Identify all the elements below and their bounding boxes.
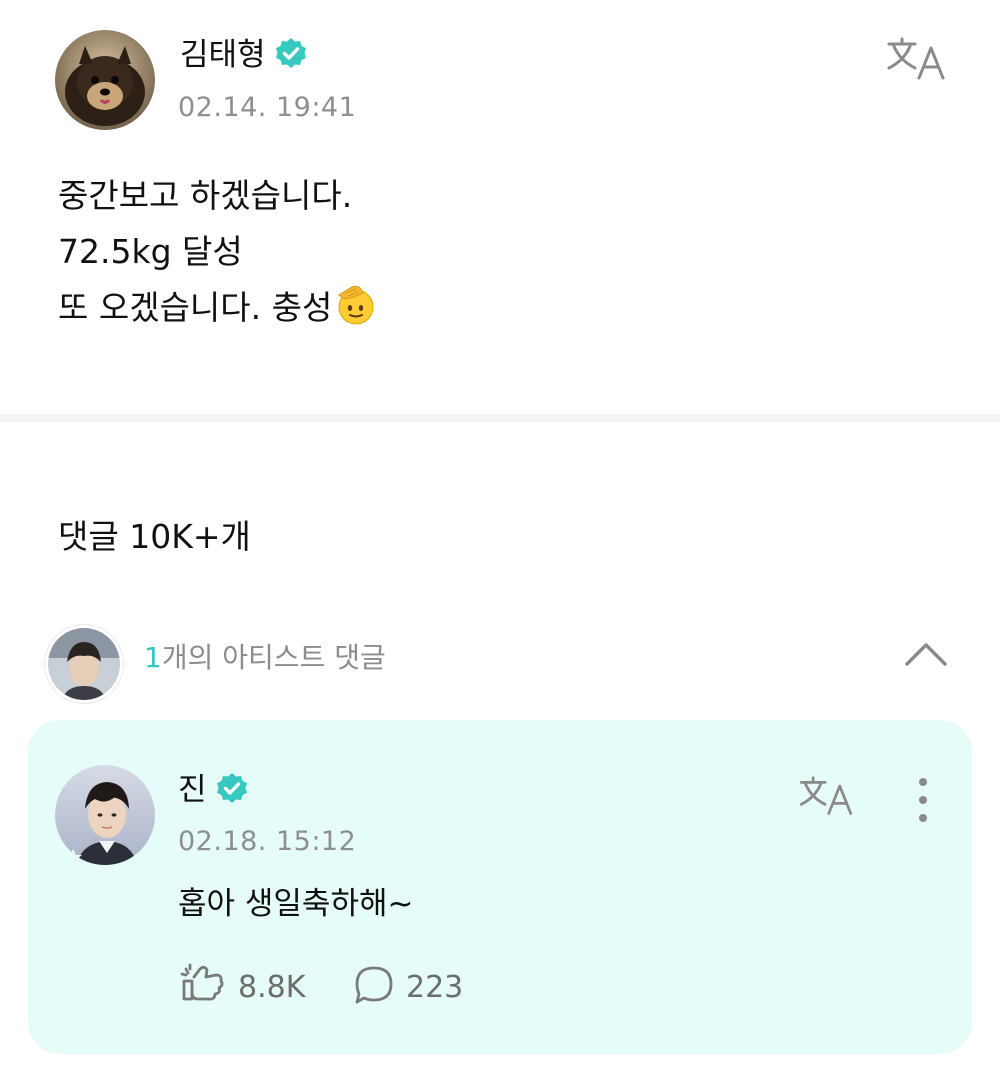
post: 김태형 02.14. 19:41 중간보고 하겠습니다. 72.5kg 달성 또… [0, 0, 1000, 414]
reply-count: 223 [406, 969, 464, 1005]
comment-author[interactable]: 진 [178, 770, 249, 816]
reply-button[interactable]: 223 [352, 963, 463, 1011]
comment-author-avatar[interactable] [55, 765, 155, 865]
post-body: 중간보고 하겠습니다. 72.5kg 달성 또 오겠습니다. 충성 [58, 168, 938, 336]
post-line: 중간보고 하겠습니다. [58, 176, 353, 215]
verified-badge-icon [274, 37, 308, 81]
post-author-name[interactable]: 김태형 [180, 37, 266, 73]
cheer-button[interactable]: 8.8K [180, 963, 305, 1011]
comment-author-name[interactable]: 진 [178, 772, 207, 808]
comment-timestamp: 02.18. 15:12 [178, 826, 357, 857]
artist-comment-card [28, 720, 972, 1054]
post-line-text: 또 오겠습니다. 충성 [58, 288, 333, 327]
artist-comment-summary[interactable]: 1개의 아티스트 댓글 [144, 638, 386, 678]
post-author-avatar[interactable] [55, 30, 155, 130]
artist-comment-label: 개의 아티스트 댓글 [161, 641, 386, 674]
cheer-count: 8.8K [238, 969, 306, 1005]
comment-bubble-icon [352, 963, 396, 1011]
cheer-icon [180, 963, 228, 1011]
translate-icon[interactable] [885, 36, 947, 84]
translate-icon[interactable] [797, 775, 855, 819]
more-vertical-icon[interactable] [908, 774, 938, 826]
comment-text: 홉아 생일축하해~ [178, 886, 414, 922]
post-author[interactable]: 김태형 [180, 35, 308, 81]
section-divider [0, 414, 1000, 422]
post-line-last: 또 오겠습니다. 충성 [58, 280, 938, 336]
post-timestamp: 02.14. 19:41 [178, 92, 357, 123]
artist-comment-count: 1 [144, 641, 162, 674]
chevron-up-icon[interactable] [898, 634, 954, 674]
saluting-face-icon [334, 283, 378, 344]
comments-count: 댓글 10K+개 [58, 517, 251, 556]
verified-badge-icon [215, 772, 249, 816]
artist-comment-avatar[interactable] [45, 625, 123, 703]
post-line: 72.5kg 달성 [58, 232, 243, 271]
